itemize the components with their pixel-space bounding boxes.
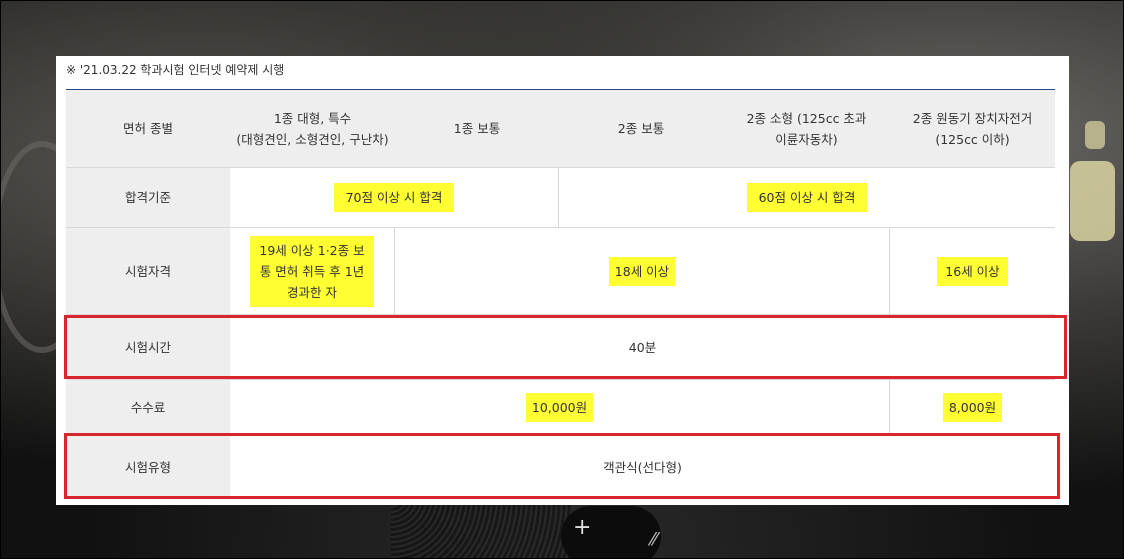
eligibility-16-badge: 16세 이상 bbox=[937, 256, 1008, 286]
fee-last: 8,000원 bbox=[890, 380, 1055, 436]
fee-main: 10,000원 bbox=[230, 380, 890, 436]
speaker-grille bbox=[391, 496, 571, 558]
paddle-icon: ⁄⁄ bbox=[651, 529, 658, 550]
header-col-1: 1종 대형, 특수 (대형견인, 소형견인, 구난차) bbox=[230, 90, 395, 168]
vent-light-small bbox=[1085, 121, 1105, 149]
highlight-box-type bbox=[64, 433, 1060, 499]
eligibility-col1: 19세 이상 1·2종 보통 면허 취득 후 1년 경과한 자 bbox=[230, 228, 395, 315]
plus-icon: + bbox=[573, 515, 592, 540]
eligibility-mid: 18세 이상 bbox=[395, 228, 890, 315]
fee-10000-badge: 10,000원 bbox=[525, 393, 594, 422]
pass-60-badge: 60점 이상 시 합격 bbox=[746, 183, 868, 212]
header-col-4: 2종 소형 (125cc 초과 이륜자동차) bbox=[723, 90, 890, 168]
highlight-box-time bbox=[64, 315, 1067, 379]
vent-light bbox=[1070, 161, 1115, 241]
row-label-eligibility: 시험자격 bbox=[66, 228, 230, 315]
pass-70-badge: 70점 이상 시 합격 bbox=[333, 183, 455, 212]
pass-criteria-group1: 70점 이상 시 합격 bbox=[230, 168, 559, 228]
eligibility-19-badge: 19세 이상 1·2종 보통 면허 취득 후 1년 경과한 자 bbox=[250, 235, 374, 307]
header-type-label: 면허 종별 bbox=[66, 90, 230, 168]
row-label-pass: 합격기준 bbox=[66, 168, 230, 228]
screenshot-frame: + ⁄⁄ ※ '21.03.22 학과시험 인터넷 예약제 시행 면허 종별 1… bbox=[0, 0, 1124, 559]
fee-8000-badge: 8,000원 bbox=[942, 393, 1003, 422]
eligibility-last: 16세 이상 bbox=[890, 228, 1055, 315]
header-col-3: 2종 보통 bbox=[559, 90, 723, 168]
header-col-2: 1종 보통 bbox=[395, 90, 559, 168]
row-label-fee: 수수료 bbox=[66, 380, 230, 436]
eligibility-18-badge: 18세 이상 bbox=[608, 256, 676, 286]
header-col-5: 2종 원동기 장치자전거 (125cc 이하) bbox=[890, 90, 1055, 168]
notice-text: ※ '21.03.22 학과시험 인터넷 예약제 시행 bbox=[66, 63, 285, 77]
pass-criteria-group2: 60점 이상 시 합격 bbox=[559, 168, 1055, 228]
